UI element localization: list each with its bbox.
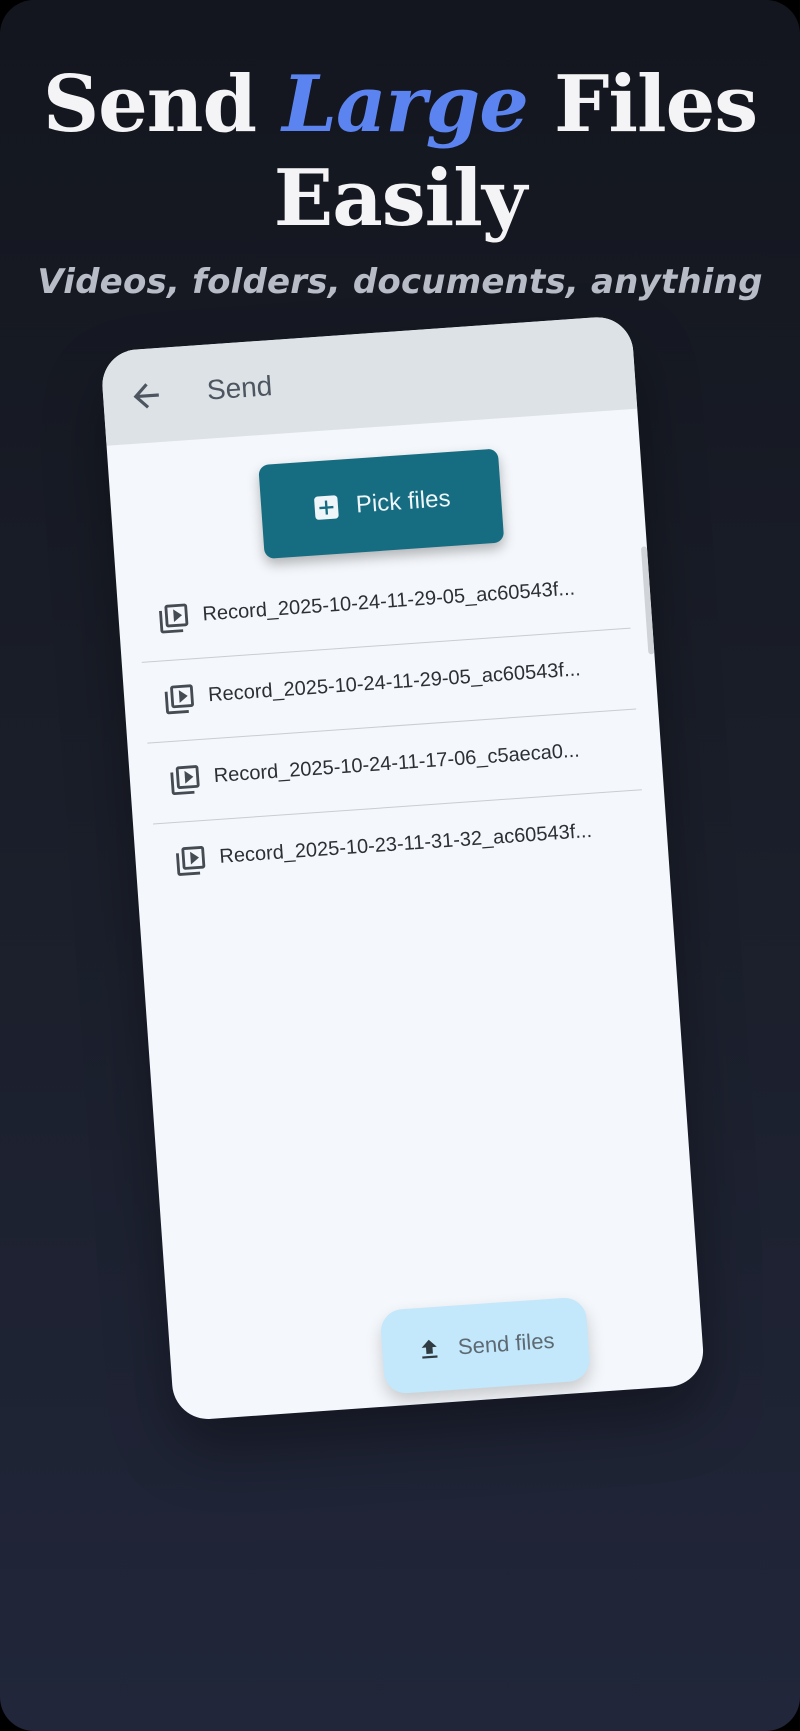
video-library-icon: [170, 765, 200, 796]
scrollbar-thumb[interactable]: [640, 546, 655, 655]
headline-line2: Easily: [273, 153, 527, 244]
file-name: Record_2025-10-24-11-29-05_ac60543f...: [207, 658, 582, 707]
pick-files-button[interactable]: Pick files: [258, 448, 505, 560]
video-library-icon: [159, 603, 189, 634]
app-bar-title: Send: [205, 370, 274, 406]
headline-accent: Large: [282, 59, 529, 150]
add-box-icon: [313, 495, 339, 520]
send-files-label: Send files: [457, 1327, 556, 1360]
file-name: Record_2025-10-24-11-29-05_ac60543f...: [201, 577, 576, 626]
pick-files-label: Pick files: [355, 484, 452, 519]
file-name: Record_2025-10-23-11-31-32_ac60543f...: [218, 819, 593, 868]
subheadline: Videos, folders, documents, anything: [37, 262, 763, 302]
video-library-icon: [164, 684, 194, 715]
video-library-icon: [175, 845, 206, 876]
send-files-button[interactable]: Send files: [379, 1296, 591, 1395]
arrow-back-icon[interactable]: [126, 376, 167, 417]
file-list: Record_2025-10-24-11-29-05_ac60543f... R…: [136, 547, 647, 904]
app-bar: Send: [100, 314, 638, 446]
app-screen: Send Pick files Record_2025-10-24-11-29-…: [100, 314, 706, 1422]
headline-part1: Send: [42, 59, 283, 150]
file-name: Record_2025-10-24-11-17-06_c5aeca0...: [213, 739, 581, 788]
headline-part2: Files: [527, 59, 758, 150]
promo-poster: Send Large Files Easily Videos, folders,…: [0, 0, 800, 1731]
headline: Send Large Files Easily: [0, 58, 800, 246]
upload-icon: [421, 1339, 438, 1359]
